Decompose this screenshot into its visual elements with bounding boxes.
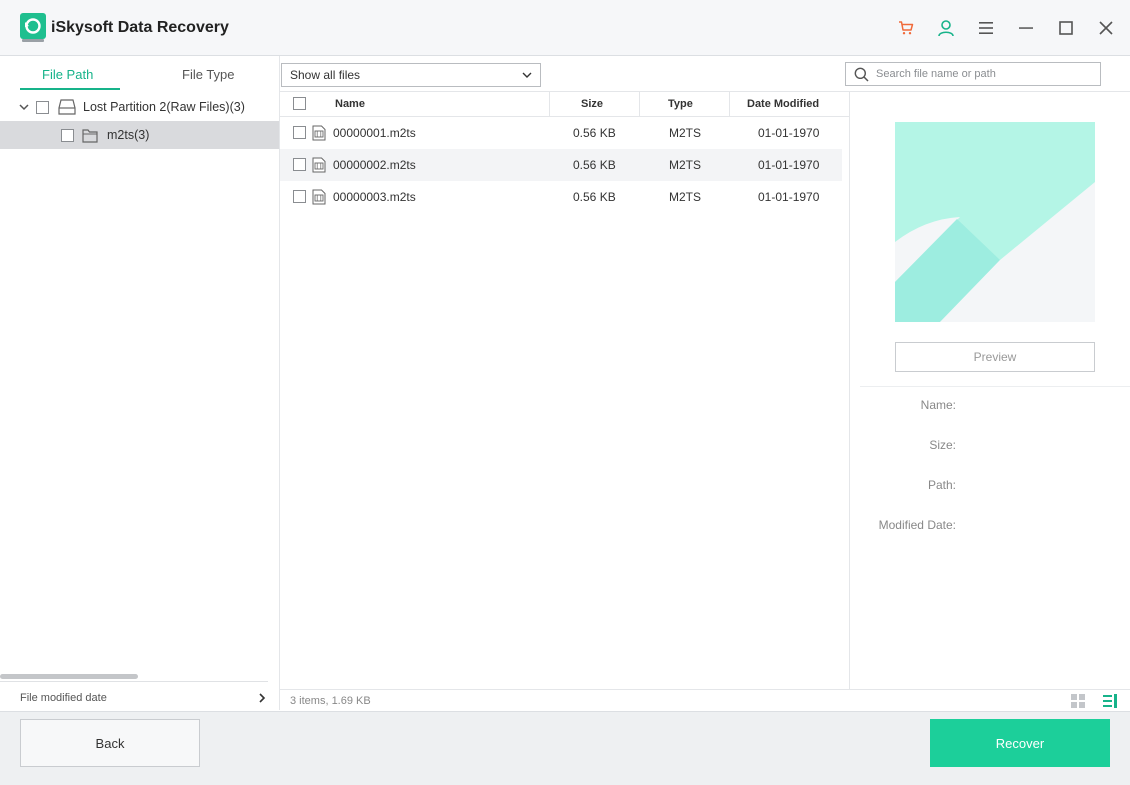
file-type: M2TS [669, 126, 702, 140]
divider [860, 386, 1130, 387]
file-filter-value: Show all files [290, 68, 361, 82]
status-bar: 3 items, 1.69 KB [280, 689, 1130, 711]
column-separator[interactable] [729, 92, 730, 117]
tree-item-m2ts[interactable]: m2ts(3) [0, 121, 279, 149]
meta-modified-date-label: Modified Date: [878, 518, 956, 532]
footer-bar: Back Recover [0, 711, 1130, 785]
search-input[interactable] [876, 68, 1096, 80]
list-view-icon[interactable] [1102, 693, 1118, 709]
file-name: 00000001.m2ts [333, 126, 416, 140]
file-table: Name Size Type Date Modified 00000001.m2… [280, 92, 850, 689]
tab-bar: File Path File Type [0, 56, 280, 92]
tab-file-path[interactable]: File Path [42, 67, 93, 82]
tree-item-label: m2ts(3) [107, 128, 150, 142]
chevron-down-icon[interactable] [19, 102, 29, 112]
video-file-icon [312, 125, 326, 141]
row-checkbox[interactable] [293, 190, 306, 203]
minimize-icon[interactable] [1014, 16, 1038, 40]
back-button[interactable]: Back [20, 719, 200, 767]
app-logo-icon [20, 13, 46, 42]
video-file-icon [312, 157, 326, 173]
table-row[interactable]: 00000002.m2ts 0.56 KB M2TS 01-01-1970 [280, 149, 842, 181]
maximize-icon[interactable] [1054, 16, 1078, 40]
file-filter-select[interactable]: Show all files [281, 63, 541, 87]
tree-checkbox[interactable] [61, 128, 74, 142]
tab-file-type[interactable]: File Type [182, 67, 235, 82]
row-checkbox[interactable] [293, 126, 306, 139]
meta-size-label: Size: [929, 438, 956, 452]
row-checkbox[interactable] [293, 158, 306, 171]
table-header: Name Size Type Date Modified [280, 92, 850, 117]
drive-icon [58, 99, 76, 115]
item-count-status: 3 items, 1.69 KB [290, 695, 371, 707]
preview-button[interactable]: Preview [895, 342, 1095, 372]
column-header-date-modified[interactable]: Date Modified [747, 92, 819, 117]
select-all-checkbox[interactable] [293, 97, 306, 110]
file-name: 00000002.m2ts [333, 158, 416, 172]
video-file-icon [312, 189, 326, 205]
left-panel: File Path File Type Lost Partition 2(Raw… [0, 56, 280, 710]
column-header-name[interactable]: Name [335, 92, 365, 117]
preview-thumbnail-image [895, 122, 1095, 322]
file-type: M2TS [669, 190, 702, 204]
column-header-type[interactable]: Type [668, 92, 693, 117]
file-modified-date-filter[interactable]: File modified date [0, 686, 279, 710]
menu-icon[interactable] [974, 16, 998, 40]
file-name: 00000003.m2ts [333, 190, 416, 204]
active-tab-indicator [20, 88, 120, 90]
file-size: 0.56 KB [573, 126, 616, 140]
search-box[interactable] [845, 62, 1101, 86]
table-row[interactable]: 00000003.m2ts 0.56 KB M2TS 01-01-1970 [280, 181, 842, 213]
recover-button[interactable]: Recover [930, 719, 1110, 767]
chevron-right-icon[interactable] [258, 693, 266, 703]
file-date-modified: 01-01-1970 [758, 126, 820, 140]
column-separator[interactable] [549, 92, 550, 117]
file-type: M2TS [669, 158, 702, 172]
file-size: 0.56 KB [573, 190, 616, 204]
chevron-down-icon [522, 72, 532, 78]
search-icon [854, 66, 870, 82]
table-row[interactable]: 00000001.m2ts 0.56 KB M2TS 01-01-1970 [280, 117, 842, 149]
file-size: 0.56 KB [573, 158, 616, 172]
meta-path-label: Path: [927, 478, 956, 492]
column-header-size[interactable]: Size [581, 92, 603, 117]
filter-label: File modified date [20, 692, 107, 704]
user-icon[interactable] [934, 16, 958, 40]
meta-name-label: Name: [920, 398, 956, 412]
close-icon[interactable] [1094, 16, 1118, 40]
divider [0, 681, 268, 682]
title-bar: iSkysoft Data Recovery [0, 0, 1130, 56]
grid-view-icon[interactable] [1070, 693, 1086, 709]
file-date-modified: 01-01-1970 [758, 158, 820, 172]
folder-icon [82, 128, 98, 143]
column-separator[interactable] [639, 92, 640, 117]
cart-icon[interactable] [894, 16, 918, 40]
file-date-modified: 01-01-1970 [758, 190, 820, 204]
horizontal-scrollbar[interactable] [0, 674, 138, 679]
tree-item-label: Lost Partition 2(Raw Files)(3) [83, 100, 245, 114]
app-title: iSkysoft Data Recovery [51, 19, 229, 36]
tree-checkbox[interactable] [36, 100, 49, 114]
tree-item-lost-partition[interactable]: Lost Partition 2(Raw Files)(3) [0, 93, 279, 121]
